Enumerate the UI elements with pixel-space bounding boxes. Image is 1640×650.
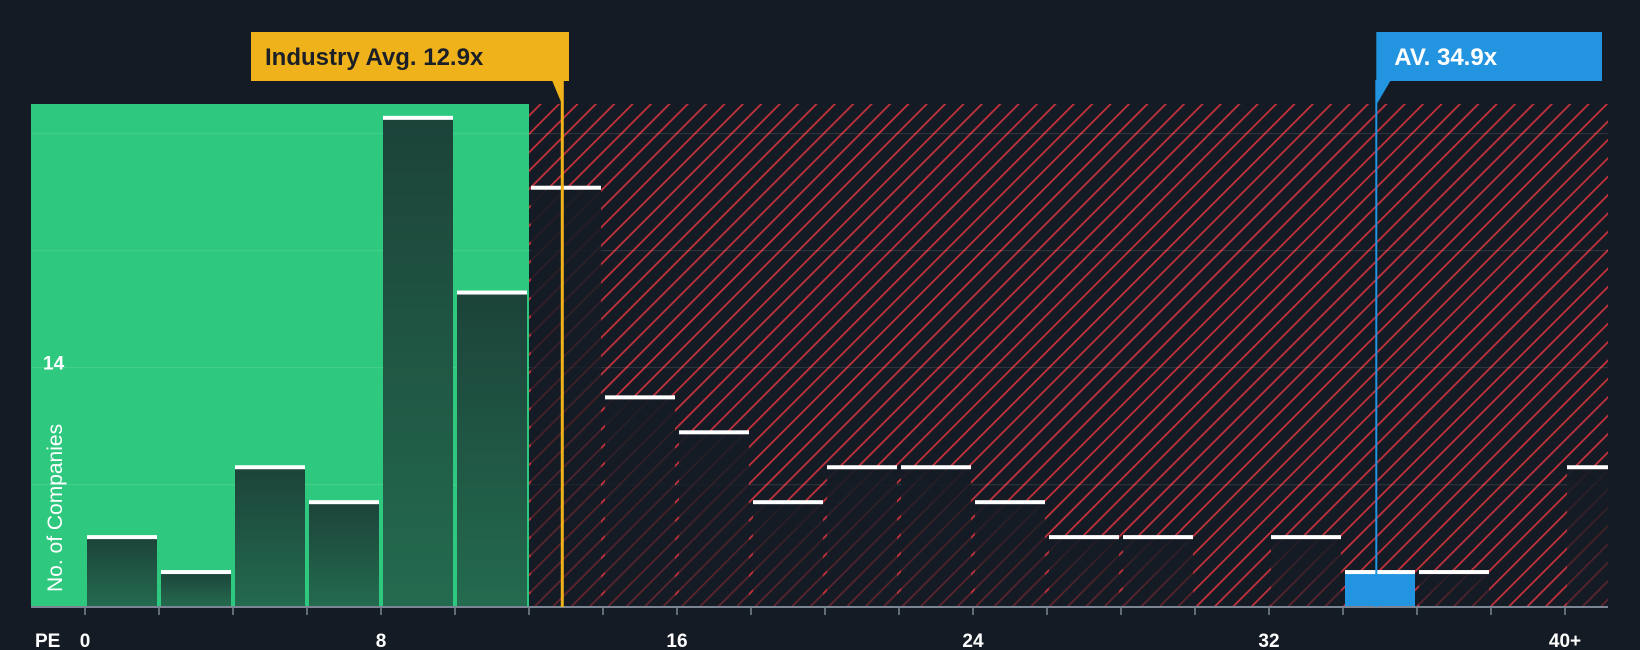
bar-cap-4 bbox=[235, 465, 305, 470]
bar-cap-20 bbox=[827, 465, 897, 470]
x-ticks: 0 8 16 24 32 40+ bbox=[80, 607, 1581, 650]
bar-22 bbox=[901, 467, 971, 607]
bar-10 bbox=[457, 292, 527, 607]
company-pe-label: AV. 34.9x bbox=[1394, 44, 1497, 71]
bar-cap-26 bbox=[1049, 535, 1119, 540]
bar-cap-34 bbox=[1345, 570, 1415, 575]
bar-cap-0 bbox=[87, 535, 157, 540]
x-tick-label-24: 24 bbox=[962, 631, 984, 650]
x-tick-label-32: 32 bbox=[1258, 631, 1279, 650]
x-tick-label-16: 16 bbox=[666, 631, 687, 650]
bar-cap-14 bbox=[605, 395, 675, 400]
y-axis-label: No. of Companies bbox=[44, 424, 67, 592]
bar-cap-10 bbox=[457, 290, 527, 295]
bar-16 bbox=[679, 432, 749, 607]
bar-28 bbox=[1123, 537, 1193, 607]
pe-ratio-chart: 0 8 16 24 32 40+ 14 No. of Companies PE Indus… bbox=[0, 0, 1640, 650]
bar-2 bbox=[161, 572, 231, 607]
y-tick-label: 14 bbox=[43, 353, 65, 374]
x-tick-label-8: 8 bbox=[376, 631, 387, 650]
bar-6 bbox=[309, 502, 379, 607]
bar-cap-40 bbox=[1567, 465, 1608, 470]
bar-4 bbox=[235, 467, 305, 607]
bar-14 bbox=[605, 397, 675, 607]
x-axis-label: PE bbox=[35, 631, 60, 650]
bar-cap-18 bbox=[753, 500, 823, 505]
bar-cap-12 bbox=[531, 185, 601, 190]
bar-12 bbox=[531, 187, 601, 607]
bar-40 bbox=[1567, 467, 1608, 607]
bar-cap-8 bbox=[383, 115, 453, 120]
bar-36 bbox=[1419, 572, 1489, 607]
bar-18 bbox=[753, 502, 823, 607]
bar-cap-28 bbox=[1123, 535, 1193, 540]
bar-cap-24 bbox=[975, 500, 1045, 505]
bar-26 bbox=[1049, 537, 1119, 607]
chart-svg: 0 8 16 24 32 40+ 14 No. of Companies PE Indus… bbox=[0, 0, 1640, 650]
bar-32 bbox=[1271, 537, 1341, 607]
bar-0 bbox=[87, 537, 157, 607]
bar-20 bbox=[827, 467, 897, 607]
bar-8 bbox=[383, 117, 453, 607]
x-tick-label-0: 0 bbox=[80, 631, 91, 650]
bar-cap-36 bbox=[1419, 570, 1489, 575]
bar-cap-22 bbox=[901, 465, 971, 470]
x-tick-label-40+: 40+ bbox=[1549, 631, 1581, 650]
bar-cap-16 bbox=[679, 430, 749, 435]
bar-cap-32 bbox=[1271, 535, 1341, 540]
bar-24 bbox=[975, 502, 1045, 607]
bar-cap-2 bbox=[161, 570, 231, 575]
bar-cap-6 bbox=[309, 500, 379, 505]
industry-avg-label: Industry Avg. 12.9x bbox=[265, 44, 484, 71]
bar-34 bbox=[1345, 572, 1415, 607]
